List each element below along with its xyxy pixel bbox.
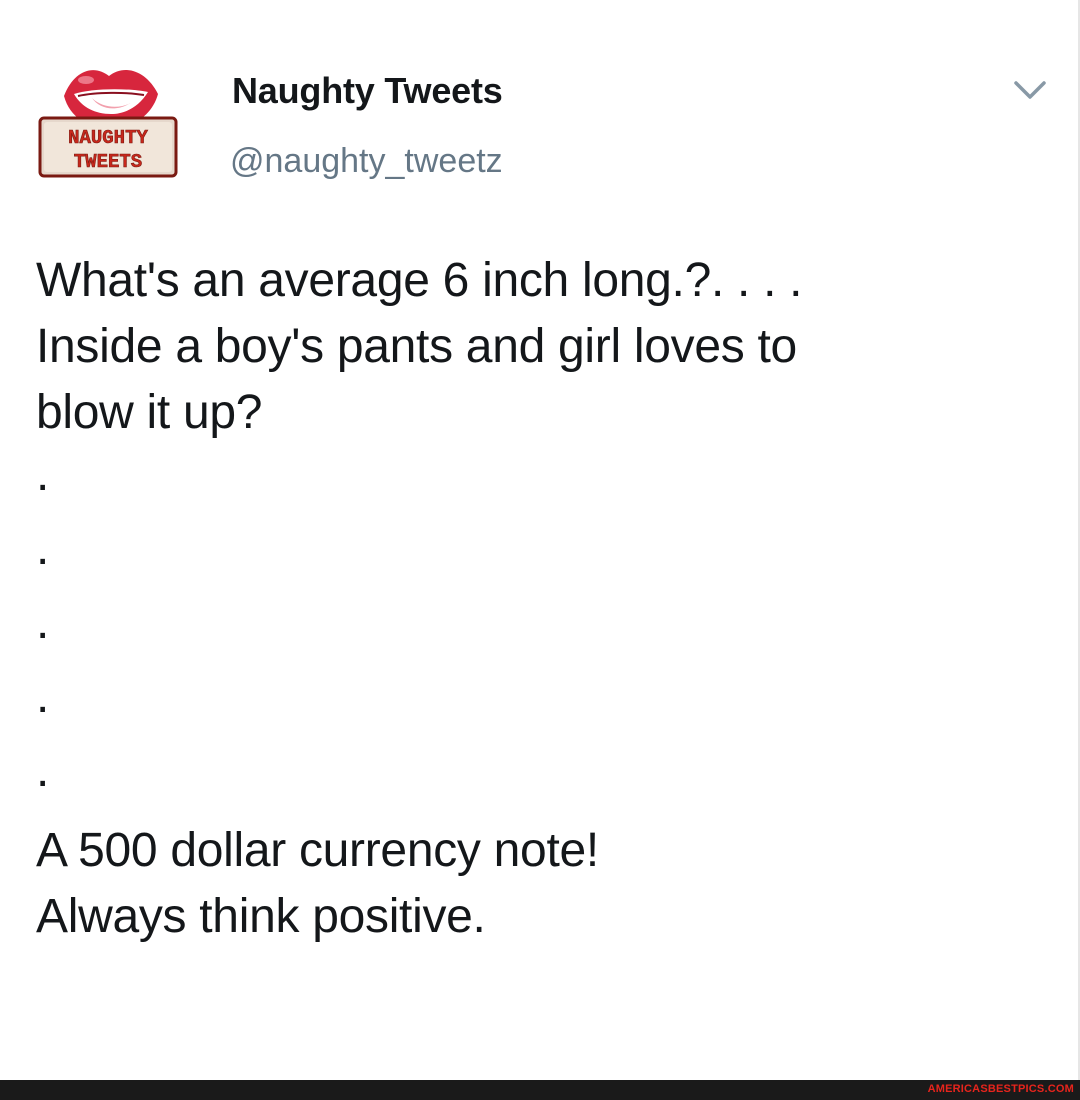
dot-line: . [36, 448, 1036, 522]
avatar[interactable]: NAUGHTY TWEETS [34, 58, 184, 188]
tweet-line: Inside a boy's pants and girl loves to [36, 320, 797, 373]
tweet-line: What's an average 6 inch long.?. . . . [36, 254, 803, 307]
dot-line: . [36, 670, 1036, 744]
tweet-screenshot: NAUGHTY TWEETS Naughty Tweets @naughty_t… [0, 0, 1080, 1100]
avatar-text-1: NAUGHTY [68, 127, 148, 149]
watermark[interactable]: AMERICASBESTPICS.COM [928, 1083, 1074, 1095]
author-handle[interactable]: @naughty_tweetz [230, 142, 503, 181]
tweet-text: What's an average 6 inch long.?. . . . I… [36, 248, 1036, 950]
tweet-answer-line: A 500 dollar currency note! [36, 824, 599, 877]
dot-line: . [36, 744, 1036, 818]
dot-line: . [36, 596, 1036, 670]
dot: . [36, 596, 50, 649]
tweet-answer-line: Always think positive. [36, 890, 486, 943]
footer-bar: AMERICASBESTPICS.COM [0, 1080, 1080, 1100]
dot: . [36, 522, 50, 575]
dot: . [36, 670, 50, 723]
dot-line: . [36, 522, 1036, 596]
dot: . [36, 448, 50, 501]
avatar-text-2: TWEETS [74, 151, 142, 173]
tweet-line: blow it up? [36, 386, 263, 439]
dot: . [36, 744, 50, 797]
tweet-menu-button[interactable] [1012, 78, 1048, 102]
lips-logo-icon: NAUGHTY TWEETS [38, 70, 178, 178]
chevron-down-icon [1014, 81, 1046, 99]
author-display-name[interactable]: Naughty Tweets [232, 70, 503, 112]
